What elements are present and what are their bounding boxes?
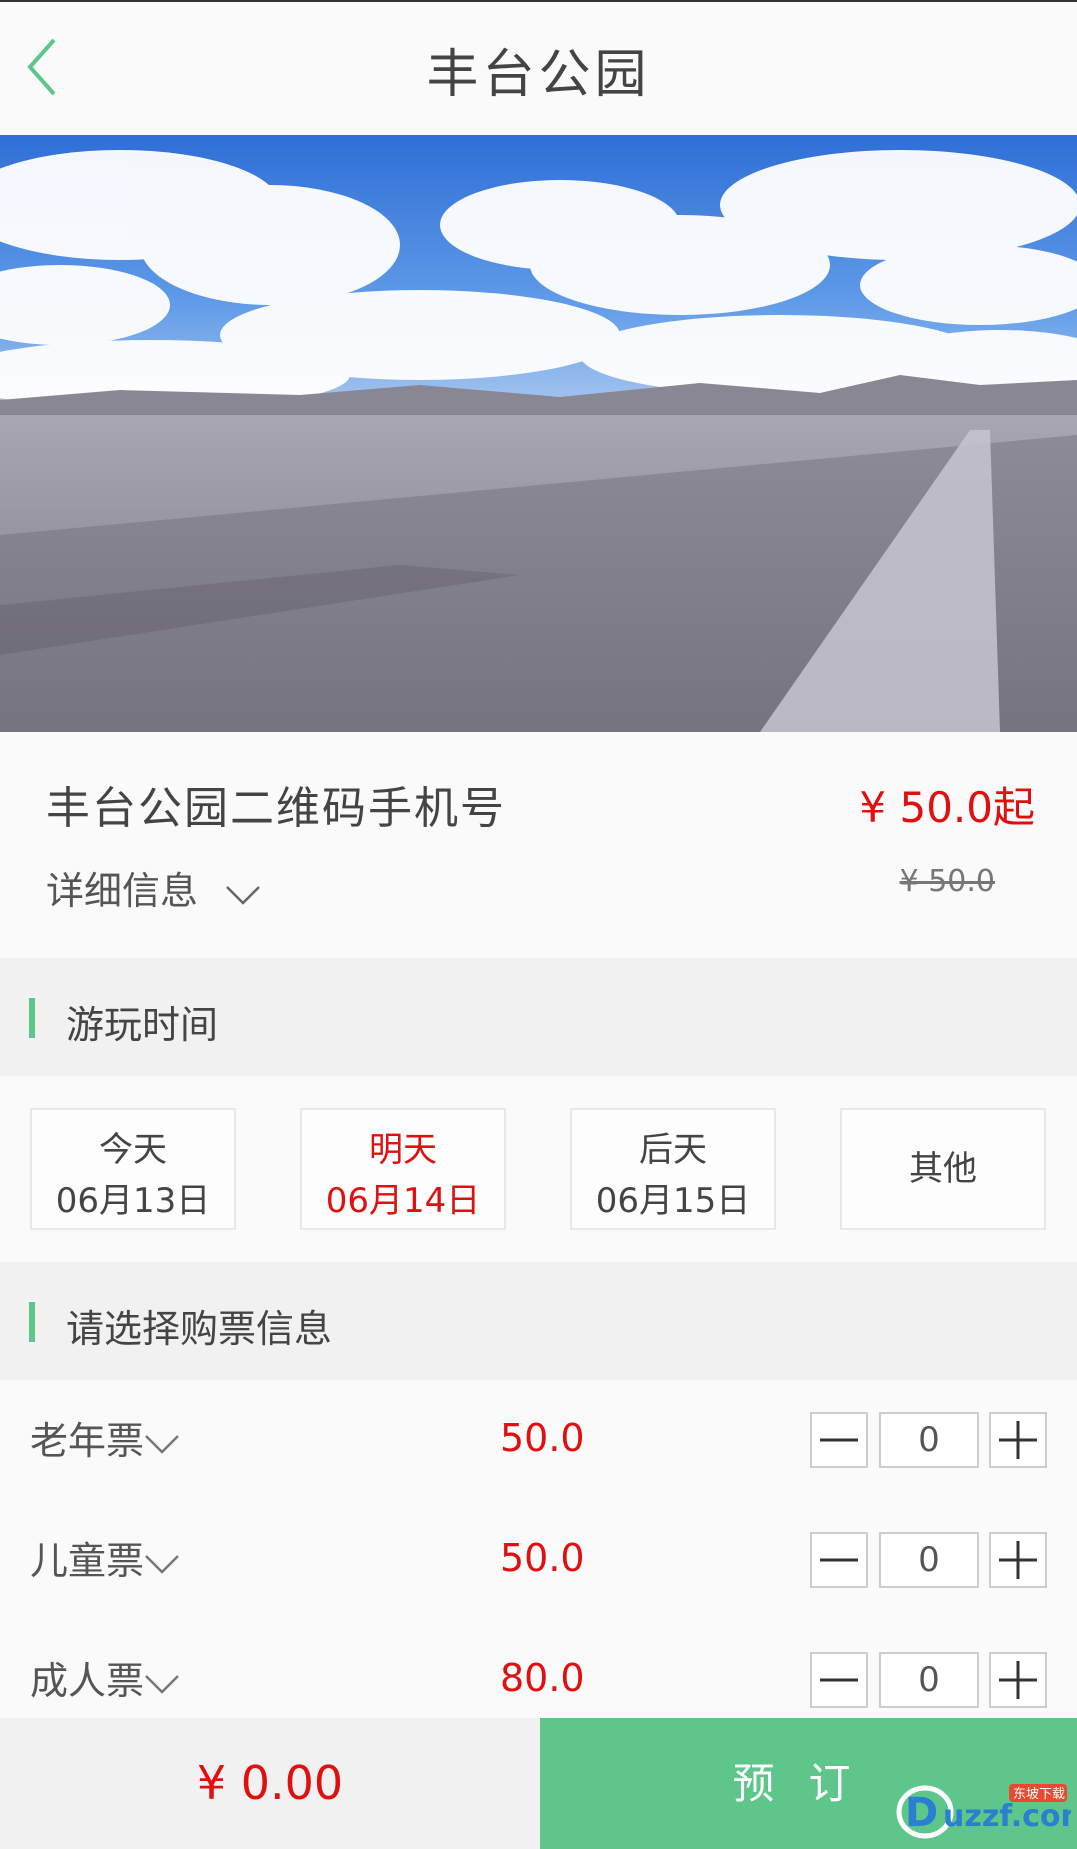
date-value: 06月14日 <box>325 1181 481 1221</box>
chevron-down-icon <box>224 872 262 916</box>
ticket-name: 老年票 <box>30 1419 145 1463</box>
hero-image <box>0 135 1077 732</box>
svg-text:uzzf.com: uzzf.com <box>943 1799 1071 1834</box>
ticket-type-toggle[interactable]: 老年票 <box>30 1410 180 1465</box>
decrease-button[interactable] <box>810 1532 868 1588</box>
quantity-field[interactable]: 0 <box>879 1532 979 1588</box>
ticket-type-toggle[interactable]: 成人票 <box>30 1650 180 1705</box>
decrease-button[interactable] <box>810 1412 868 1468</box>
date-day: 今天 <box>99 1130 167 1170</box>
ticket-row-senior: 老年票 50.0 0 <box>0 1380 1077 1500</box>
ticket-name: 儿童票 <box>30 1539 145 1583</box>
date-selector: 今天 06月13日 明天 06月14日 后天 06月15日 其他 <box>0 1076 1077 1262</box>
date-other-label: 其他 <box>909 1149 977 1189</box>
plus-icon <box>999 1421 1037 1459</box>
play-time-header: 游玩时间 <box>0 958 1077 1076</box>
section-title: 游玩时间 <box>66 1003 219 1047</box>
ticket-name: 成人票 <box>30 1659 145 1703</box>
details-toggle[interactable]: 详细信息 <box>46 860 262 916</box>
increase-button[interactable] <box>989 1532 1047 1588</box>
minus-icon <box>820 1558 858 1562</box>
ticket-type-toggle[interactable]: 儿童票 <box>30 1530 180 1585</box>
chevron-down-icon <box>145 1554 179 1574</box>
increase-button[interactable] <box>989 1652 1047 1708</box>
svg-text:D: D <box>905 1790 938 1836</box>
chevron-down-icon <box>145 1674 179 1694</box>
date-option-tomorrow[interactable]: 明天 06月14日 <box>300 1108 506 1230</box>
bottom-bar: ¥ 0.00 预订 D uzzf.com 东坡下载 <box>0 1718 1077 1849</box>
minus-icon <box>820 1438 858 1442</box>
ticket-list: 老年票 50.0 0 儿童票 50.0 0 成人票 80.0 0 <box>0 1380 1077 1720</box>
ticket-info-header: 请选择购票信息 <box>0 1262 1077 1380</box>
watermark-logo: D uzzf.com 东坡下载 <box>896 1784 1071 1839</box>
total-price: ¥ 0.00 <box>0 1718 540 1849</box>
date-option-other[interactable]: 其他 <box>840 1108 1046 1230</box>
ticket-row-child: 儿童票 50.0 0 <box>0 1500 1077 1620</box>
ticket-price: 50.0 <box>500 1536 585 1580</box>
plus-icon <box>999 1661 1037 1699</box>
section-title: 请选择购票信息 <box>66 1307 333 1351</box>
date-value: 06月15日 <box>595 1181 751 1221</box>
product-info: 丰台公园二维码手机号 ¥ 50.0起 详细信息 ¥ 50.0 <box>0 732 1077 958</box>
increase-button[interactable] <box>989 1412 1047 1468</box>
section-accent-bar <box>29 998 35 1038</box>
date-option-today[interactable]: 今天 06月13日 <box>30 1108 236 1230</box>
section-accent-bar <box>29 1302 35 1342</box>
details-label: 详细信息 <box>46 869 199 913</box>
date-day: 明天 <box>369 1130 437 1170</box>
quantity-field[interactable]: 0 <box>879 1652 979 1708</box>
plus-icon <box>999 1541 1037 1579</box>
top-bar: 丰台公园 <box>0 0 1077 135</box>
date-option-day-after[interactable]: 后天 06月15日 <box>570 1108 776 1230</box>
decrease-button[interactable] <box>810 1652 868 1708</box>
ticket-price: 50.0 <box>500 1416 585 1460</box>
date-day: 后天 <box>639 1130 707 1170</box>
svg-text:东坡下载: 东坡下载 <box>1013 1787 1065 1802</box>
chevron-down-icon <box>145 1434 179 1454</box>
page-title: 丰台公园 <box>426 45 651 105</box>
ticket-price: 80.0 <box>500 1656 585 1700</box>
date-value: 06月13日 <box>55 1181 211 1221</box>
quantity-field[interactable]: 0 <box>879 1412 979 1468</box>
minus-icon <box>820 1678 858 1682</box>
original-price: ¥ 50.0 <box>899 864 995 899</box>
product-name: 丰台公园二维码手机号 <box>46 783 506 834</box>
product-price: ¥ 50.0起 <box>859 783 1035 832</box>
